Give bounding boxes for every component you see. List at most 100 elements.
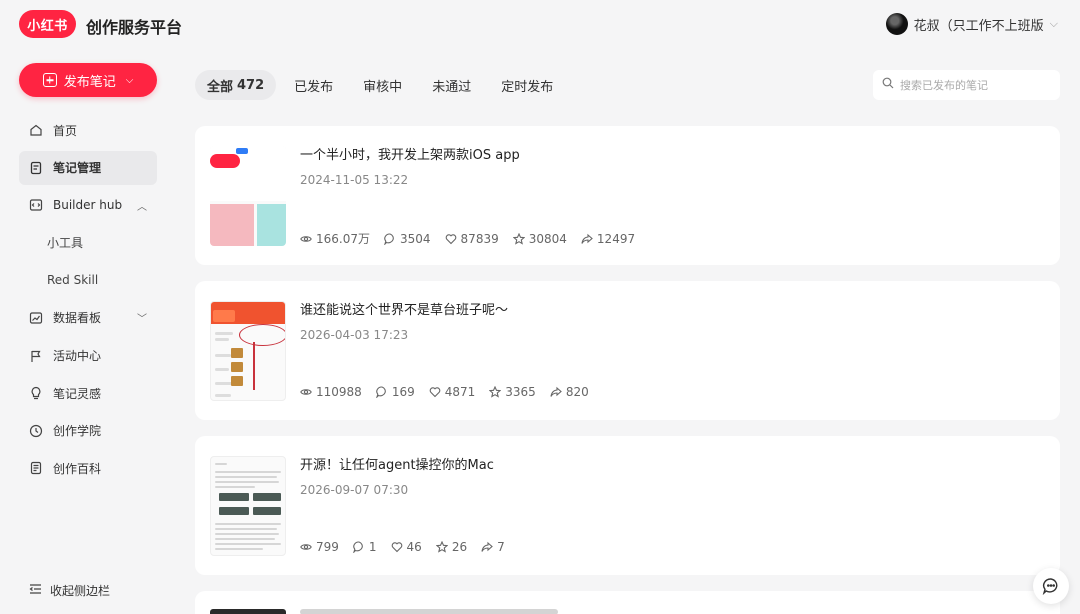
collects-stat: 26 xyxy=(435,540,468,554)
note-thumbnail[interactable] xyxy=(210,609,286,614)
comment-icon xyxy=(375,386,386,398)
publish-note-label: 发布笔记 xyxy=(63,74,116,90)
comments-stat: 3504 xyxy=(384,232,431,246)
shares-count: 7 xyxy=(497,540,505,554)
likes-stat: 46 xyxy=(391,540,422,554)
user-name: 花叔（只工作不上班版 xyxy=(913,18,1044,34)
search-box xyxy=(873,70,1060,100)
note-thumbnail[interactable] xyxy=(210,301,286,401)
views-count: 110988 xyxy=(316,385,362,399)
note-card-partial[interactable] xyxy=(195,591,1060,614)
collects-count: 3365 xyxy=(505,385,536,399)
academy-icon xyxy=(29,424,43,438)
note-date: 2024-11-05 13:22 xyxy=(300,173,409,187)
user-menu[interactable]: 花叔（只工作不上班版 ⌵ xyxy=(885,13,1058,35)
sidebar-item-label: Red Skill xyxy=(47,273,99,288)
collects-stat: 30804 xyxy=(512,232,567,246)
tab-reviewing[interactable]: 审核中 xyxy=(351,70,414,100)
sidebar-item-red-skill[interactable]: Red Skill xyxy=(19,263,157,297)
comments-count: 3504 xyxy=(400,231,431,246)
sidebar-item-label: 笔记管理 xyxy=(53,161,102,176)
plus-icon xyxy=(42,73,57,87)
tab-all[interactable]: 全部 472 xyxy=(195,70,277,100)
platform-title: 创作服务平台 xyxy=(86,18,183,37)
eye-icon xyxy=(300,544,312,550)
sidebar-item-tools[interactable]: 小工具 xyxy=(19,226,157,260)
views-count: 166.07万 xyxy=(316,232,370,246)
collects-count: 26 xyxy=(451,540,468,554)
comments-stat: 1 xyxy=(353,540,377,554)
tab-label: 已发布 xyxy=(294,79,334,95)
views-stat: 166.07万 xyxy=(300,230,370,247)
tab-label: 定时发布 xyxy=(501,79,554,95)
shares-stat: 12497 xyxy=(581,232,635,246)
note-card[interactable]: 一个半小时，我开发上架两款iOS app 2024-11-05 13:22 16… xyxy=(195,126,1060,265)
note-card[interactable]: 开源！让任何agent操控你的Mac 2026-09-07 07:30 799 … xyxy=(195,436,1060,575)
note-title[interactable]: 一个半小时，我开发上架两款iOS app xyxy=(300,144,520,163)
tab-rejected[interactable]: 未通过 xyxy=(420,70,483,100)
collapse-icon xyxy=(29,583,42,598)
comments-count: 169 xyxy=(391,385,415,399)
shares-count: 820 xyxy=(565,385,589,399)
sidebar-item-wiki[interactable]: 创作百科 xyxy=(19,451,157,485)
brand-logo[interactable]: 小红书 xyxy=(19,10,76,38)
tab-label: 审核中 xyxy=(363,79,403,95)
flag-icon xyxy=(29,349,43,363)
chevron-down-icon[interactable]: ﹀ xyxy=(137,310,147,325)
comment-icon xyxy=(384,232,394,245)
chevron-down-icon: ⌵ xyxy=(1049,17,1058,30)
chat-icon xyxy=(1042,578,1058,595)
share-icon xyxy=(581,233,593,244)
collects-stat: 3365 xyxy=(489,385,536,399)
share-icon xyxy=(550,386,562,397)
sidebar-item-label: 创作学院 xyxy=(53,424,102,439)
sidebar-item-academy[interactable]: 创作学院 xyxy=(19,414,157,448)
publish-note-button[interactable]: 发布笔记 ⌵ xyxy=(19,63,157,97)
chart-icon xyxy=(29,311,43,325)
avatar[interactable] xyxy=(885,13,908,35)
search-input[interactable] xyxy=(900,78,1050,92)
sidebar-item-label: 创作百科 xyxy=(53,461,102,476)
sidebar-item-activity[interactable]: 活动中心 xyxy=(19,339,157,373)
sidebar-nav: 首页 笔记管理 Builder hub ︿ 小工具 Red Skill 数据看板… xyxy=(19,113,157,489)
heart-icon xyxy=(391,542,402,553)
comments-stat: 169 xyxy=(375,385,415,399)
likes-count: 4871 xyxy=(444,385,476,399)
likes-count: 46 xyxy=(406,540,422,554)
sidebar-item-inspiration[interactable]: 笔记灵感 xyxy=(19,376,157,410)
note-thumbnail[interactable] xyxy=(210,146,286,246)
note-icon xyxy=(29,161,43,175)
tab-scheduled[interactable]: 定时发布 xyxy=(489,70,565,100)
star-icon xyxy=(489,386,502,398)
sidebar-item-dashboard[interactable]: 数据看板 ﹀ xyxy=(19,301,157,335)
note-title[interactable]: 开源！让任何agent操控你的Mac xyxy=(300,454,494,473)
star-icon xyxy=(512,232,525,245)
heart-icon xyxy=(429,387,441,398)
book-icon xyxy=(29,461,43,475)
note-title[interactable]: 谁还能说这个世界不是草台班子呢～ xyxy=(300,299,508,318)
note-card[interactable]: 谁还能说这个世界不是草台班子呢～ 2026-04-03 17:23 110988… xyxy=(195,281,1060,420)
shares-stat: 820 xyxy=(550,385,589,399)
chevron-down-icon: ⌵ xyxy=(125,74,134,86)
likes-stat: 4871 xyxy=(429,385,476,399)
note-thumbnail[interactable] xyxy=(210,456,286,556)
sidebar-item-builder-hub[interactable]: Builder hub ︿ xyxy=(19,188,157,222)
likes-count: 87839 xyxy=(460,231,499,246)
sidebar-item-label: Builder hub xyxy=(53,198,123,213)
tab-count: 472 xyxy=(237,77,265,93)
code-icon xyxy=(29,198,43,212)
views-count: 799 xyxy=(316,540,339,554)
tab-published[interactable]: 已发布 xyxy=(282,70,345,100)
support-chat-button[interactable] xyxy=(1033,568,1069,604)
search-icon xyxy=(882,77,894,93)
tab-label: 未通过 xyxy=(432,79,472,95)
sidebar-item-label: 小工具 xyxy=(47,236,84,251)
collapse-sidebar-button[interactable]: 收起侧边栏 xyxy=(29,582,110,599)
likes-stat: 87839 xyxy=(445,232,499,246)
note-stats: 799 1 46 26 7 xyxy=(300,540,519,554)
note-date: 2026-09-07 07:30 xyxy=(300,483,409,497)
sidebar-item-notes[interactable]: 笔记管理 xyxy=(19,150,157,185)
sidebar-item-home[interactable]: 首页 xyxy=(19,113,157,147)
collapse-label: 收起侧边栏 xyxy=(50,584,111,598)
chevron-up-icon[interactable]: ︿ xyxy=(137,198,147,213)
